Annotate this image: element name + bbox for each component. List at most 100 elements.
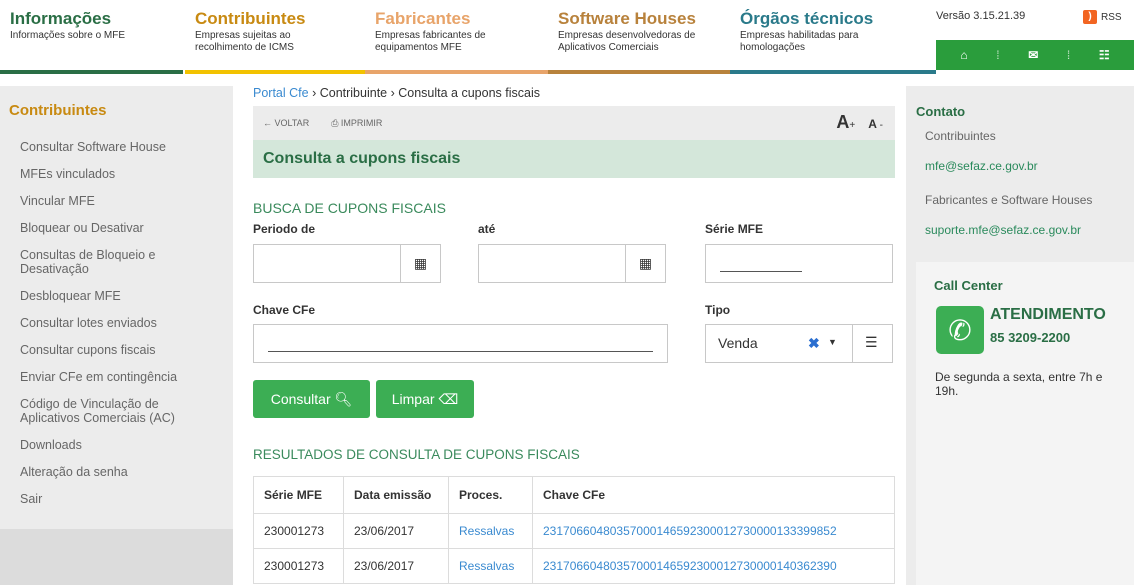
breadcrumb: Portal Cfe › Contribuinte › Consulta a c… <box>253 86 895 106</box>
nav-informacoes-subtitle: Informações sobre o MFE <box>10 30 126 41</box>
contrib-label: Contribuintes <box>925 129 996 143</box>
chave-link[interactable]: 2317066048035700014659230001273000013339… <box>532 513 895 549</box>
back-button[interactable]: ← VOLTAR <box>263 118 309 128</box>
table-row: 230001273 23/06/2017 Ressalvas 231706604… <box>253 513 895 549</box>
breadcrumb-portal[interactable]: Portal Cfe <box>253 86 309 100</box>
contact-title: Contato <box>916 104 966 119</box>
breadcrumb-contribuinte[interactable]: Contribuinte <box>320 86 387 100</box>
nav-orgaos-tecnicos[interactable]: Órgãos técnicos Empresas habilitadas par… <box>730 0 936 74</box>
page-title: Consulta a cupons fiscais <box>253 140 895 178</box>
consultar-button[interactable]: Consultar 🔍︎ <box>253 380 370 418</box>
nav-contribuintes[interactable]: Contribuintes Empresas sujeitas ao recol… <box>185 0 365 74</box>
phone-icon: ✆ <box>936 306 984 354</box>
chave-label: Chave CFe <box>253 303 316 317</box>
serie-input[interactable] <box>705 244 893 283</box>
main-content: Portal Cfe › Contribuinte › Consulta a c… <box>253 86 895 584</box>
tipo-value: Venda <box>718 335 758 351</box>
column-header: Proces. <box>448 476 533 514</box>
search-icon: 🔍︎ <box>334 390 353 407</box>
sidebar-item[interactable]: Consultar cupons fiscais <box>0 343 233 357</box>
consultar-label: Consultar <box>270 391 331 407</box>
table-cell: 23/06/2017 <box>343 513 449 549</box>
calendar-icon[interactable]: ▦ <box>625 245 665 282</box>
calendar-icon[interactable]: ▦ <box>400 245 440 282</box>
table-header-row: Série MFE Data emissão Proces. Chave CFe <box>253 476 895 514</box>
sidebar: Contribuintes Consultar Software House M… <box>0 86 233 585</box>
ate-input[interactable]: ▦ <box>478 244 666 283</box>
nav-informacoes[interactable]: Informações Informações sobre o MFE <box>0 0 183 74</box>
column-header: Série MFE <box>253 476 344 514</box>
input-underline <box>720 271 802 272</box>
nav-software-houses[interactable]: Software Houses Empresas desenvolvedoras… <box>548 0 730 74</box>
phone-number: 85 3209-2200 <box>990 330 1071 345</box>
column-header: Chave CFe <box>532 476 895 514</box>
sidebar-item[interactable]: Downloads <box>0 438 233 452</box>
table-cell: 230001273 <box>253 548 344 584</box>
sidebar-item[interactable]: Sair <box>0 492 233 506</box>
tipo-label: Tipo <box>705 303 731 317</box>
font-increase-button[interactable]: A+ <box>836 112 855 132</box>
quick-links-bar: ⌂ ⁞ ✉ ⁞ ☷ <box>936 40 1134 70</box>
tipo-select[interactable]: Venda ✖ ▼ ☰ <box>705 324 893 363</box>
input-underline <box>268 351 653 352</box>
font-size-controls: A+ A - <box>836 112 883 133</box>
eraser-icon: ⌫ <box>438 390 459 407</box>
home-icon[interactable]: ⌂ <box>960 48 967 62</box>
nav-fabricantes[interactable]: Fabricantes Empresas fabricantes de equi… <box>365 0 548 74</box>
sidebar-item[interactable]: Enviar CFe em contingência <box>0 370 233 384</box>
font-decrease-button[interactable]: A - <box>868 117 883 131</box>
nav-software-subtitle: Empresas desenvolvedoras de Aplicativos … <box>558 30 696 53</box>
rss-link[interactable]: ) RSS <box>1083 10 1122 24</box>
mail-icon[interactable]: ✉ <box>1028 48 1038 62</box>
sitemap-icon[interactable]: ☷ <box>1099 48 1110 62</box>
chevron-down-icon[interactable]: ▼ <box>828 337 837 347</box>
rss-label: RSS <box>1101 11 1122 23</box>
sidebar-menu: Consultar Software House MFEs vinculados… <box>0 140 233 506</box>
ressalvas-link[interactable]: Ressalvas <box>448 513 533 549</box>
nav-orgaos-subtitle: Empresas habilitadas para homologações <box>740 30 859 53</box>
back-label: VOLTAR <box>274 118 310 128</box>
sidebar-item[interactable]: Desbloquear MFE <box>0 289 233 303</box>
nav-bar <box>548 70 730 74</box>
sidebar-item[interactable]: Bloquear ou Desativar <box>0 221 233 235</box>
chave-link[interactable]: 2317066048035700014659230001273000014036… <box>532 548 895 584</box>
font-decrease-label: A <box>868 117 877 131</box>
limpar-button[interactable]: Limpar ⌫ <box>376 380 474 418</box>
nav-bar <box>365 70 548 74</box>
results-table: Série MFE Data emissão Proces. Chave CFe… <box>253 476 895 584</box>
fab-email[interactable]: suporte.mfe@sefaz.ce.gov.br <box>906 223 1134 237</box>
sidebar-item[interactable]: Consultas de Bloqueio e Desativação <box>0 248 180 276</box>
sidebar-item[interactable]: Consultar Software House <box>0 140 233 154</box>
separator: ⁞ <box>1066 48 1071 62</box>
plus-icon: + <box>849 120 856 131</box>
sidebar-item[interactable]: Vincular MFE <box>0 194 233 208</box>
sidebar-item[interactable]: Consultar lotes enviados <box>0 316 233 330</box>
nav-bar <box>0 70 183 74</box>
print-button[interactable]: ⎙ IMPRIMIR <box>331 118 382 129</box>
call-center-box: Call Center ✆ ATENDIMENTO 85 3209-2200 D… <box>916 262 1134 585</box>
column-header: Data emissão <box>343 476 449 514</box>
top-navigation: Informações Informações sobre o MFE Cont… <box>0 0 1134 74</box>
contrib-email[interactable]: mfe@sefaz.ce.gov.br <box>906 159 1134 173</box>
sidebar-title: Contribuintes <box>9 102 107 119</box>
ressalvas-link[interactable]: Ressalvas <box>448 548 533 584</box>
atendimento-label: ATENDIMENTO <box>990 306 1106 323</box>
table-row: 230001273 23/06/2017 Ressalvas 231706604… <box>253 548 895 584</box>
list-icon[interactable]: ☰ <box>865 334 878 351</box>
chave-input[interactable] <box>253 324 668 363</box>
nav-software-title: Software Houses <box>558 9 696 28</box>
separator: ⁞ <box>996 48 1000 62</box>
periodo-label: Periodo de <box>253 222 316 236</box>
nav-bar <box>185 70 365 74</box>
results-title: RESULTADOS DE CONSULTA DE CUPONS FISCAIS <box>253 447 580 462</box>
sidebar-item[interactable]: Código de Vinculação de Aplicativos Come… <box>0 397 200 425</box>
periodo-input[interactable]: ▦ <box>253 244 441 283</box>
call-center-title: Call Center <box>934 278 1003 293</box>
sidebar-item[interactable]: MFEs vinculados <box>0 167 233 181</box>
page-toolbar: ← VOLTAR ⎙ IMPRIMIR A+ A - <box>253 106 895 140</box>
sidebar-item[interactable]: Alteração da senha <box>0 465 233 479</box>
clear-icon[interactable]: ✖ <box>808 335 820 352</box>
nav-fabricantes-title: Fabricantes <box>375 9 471 28</box>
hours-text: De segunda a sexta, entre 7h e 19h. <box>935 370 1103 398</box>
serie-label: Série MFE <box>705 222 764 236</box>
